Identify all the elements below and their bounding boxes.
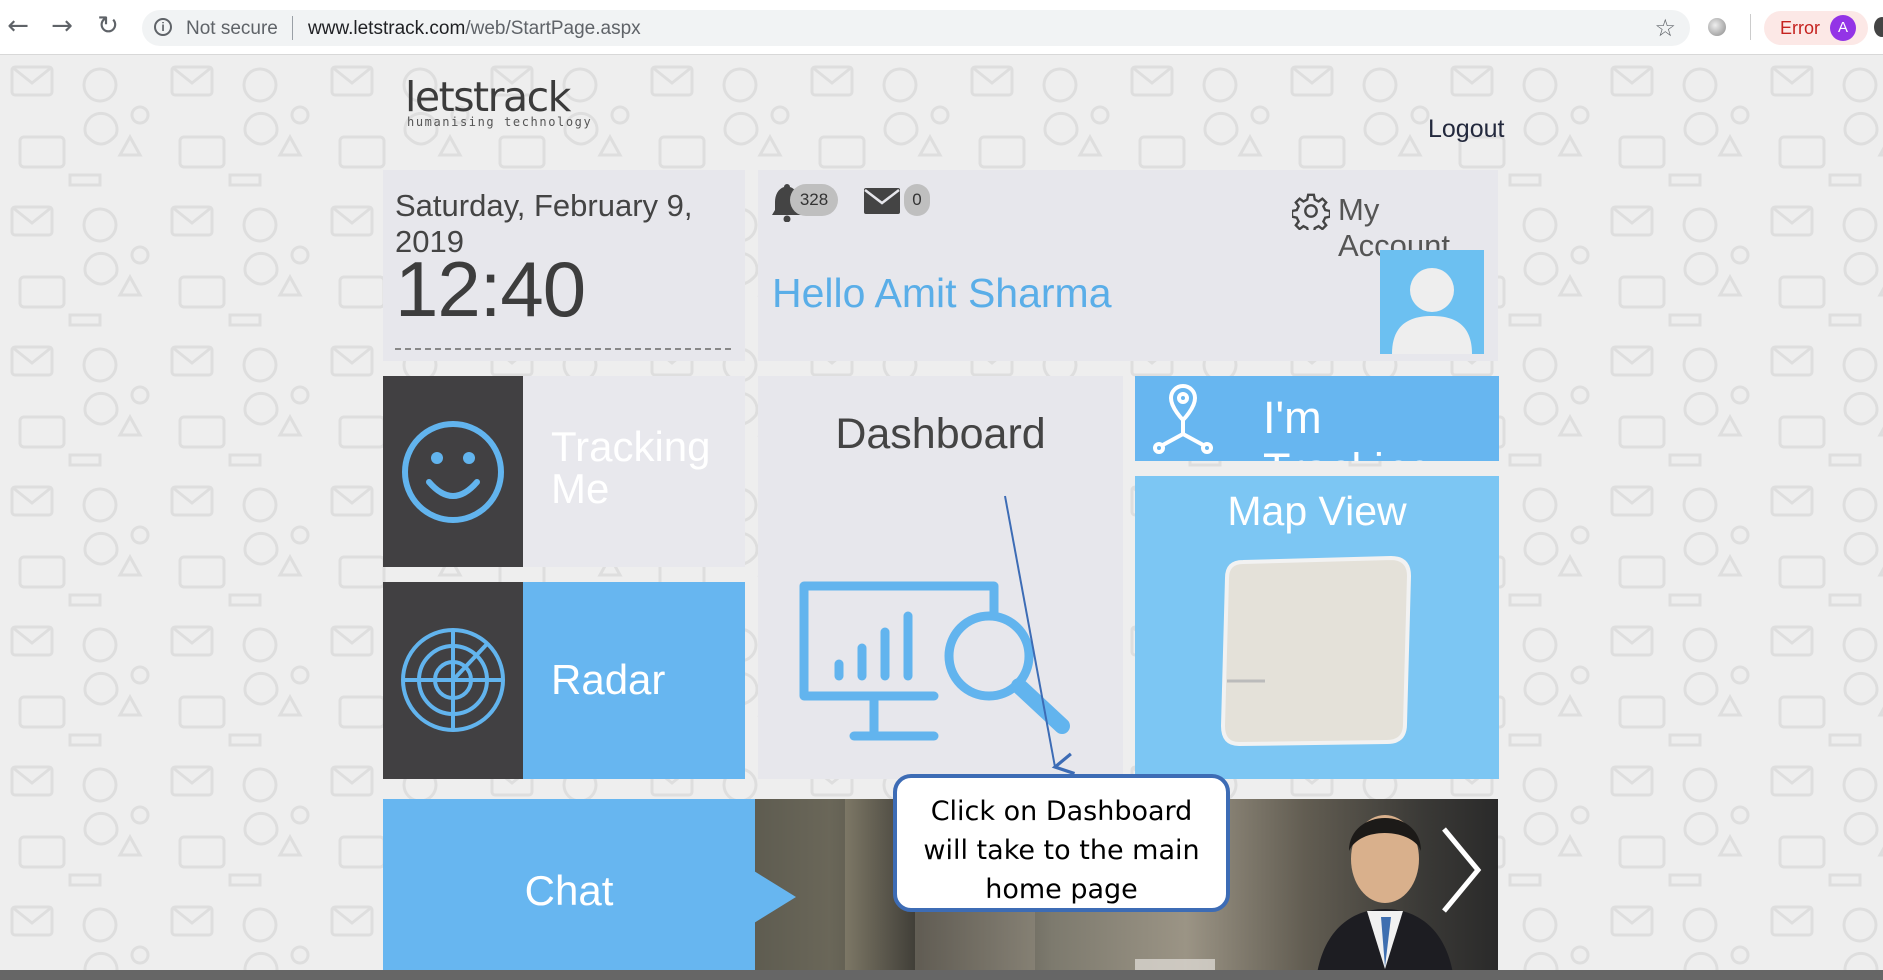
profile-tile: 328 0 My Account Hello Amit Sharma bbox=[758, 170, 1498, 361]
chat-tile[interactable]: Chat bbox=[383, 799, 755, 980]
annotation-callout: Click on Dashboard will take to the main… bbox=[893, 774, 1230, 912]
dashboard-label: Dashboard bbox=[835, 410, 1046, 458]
clock-divider bbox=[395, 348, 731, 350]
letstrack-logo[interactable]: letstrack humanising technology bbox=[405, 75, 592, 129]
logo-word: letstrack bbox=[405, 73, 571, 121]
user-avatar[interactable] bbox=[1380, 250, 1484, 354]
security-label: Not secure bbox=[186, 18, 278, 39]
map-placeholder-icon bbox=[1221, 556, 1411, 746]
mail-icon[interactable] bbox=[864, 188, 900, 214]
greeting-text: Hello Amit Sharma bbox=[772, 270, 1112, 316]
omnibox-divider bbox=[292, 16, 293, 40]
tracking-me-icon-panel bbox=[383, 376, 523, 567]
radar-icon-panel bbox=[383, 582, 523, 779]
url-path: /web/StartPage.aspx bbox=[465, 18, 641, 39]
url-text[interactable]: www.letstrack.com/web/StartPage.aspx bbox=[308, 18, 641, 40]
map-view-tile[interactable]: Map View bbox=[1135, 476, 1499, 779]
reload-icon[interactable]: ↻ bbox=[94, 12, 122, 40]
star-icon[interactable]: ☆ bbox=[1654, 14, 1676, 42]
message-count-badge[interactable]: 0 bbox=[904, 184, 930, 216]
extension-icon[interactable] bbox=[1708, 18, 1726, 36]
radar-tile[interactable]: Radar bbox=[383, 582, 745, 779]
logo-tagline: humanising technology bbox=[407, 115, 593, 129]
clock-tile: Saturday, February 9, 2019 12:40 bbox=[383, 170, 745, 361]
back-icon[interactable]: ← bbox=[4, 12, 32, 40]
profile-avatar-icon: A bbox=[1830, 15, 1856, 41]
notification-count-badge[interactable]: 328 bbox=[790, 184, 838, 216]
bottom-bar bbox=[0, 970, 1883, 980]
tracking-me-tile[interactable]: Tracking Me bbox=[383, 376, 745, 567]
map-view-label: Map View bbox=[1227, 488, 1407, 534]
annotation-text: Click on Dashboard will take to the main… bbox=[923, 796, 1200, 905]
analytics-monitor-icon bbox=[799, 581, 1070, 741]
im-tracking-tile[interactable]: I'm Tracking bbox=[1135, 376, 1499, 461]
dashboard-tile[interactable]: Dashboard bbox=[758, 376, 1123, 779]
start-page: letstrack humanising technology Logout S… bbox=[0, 55, 1883, 980]
radar-label: Radar bbox=[551, 656, 666, 703]
logout-link[interactable]: Logout bbox=[1428, 115, 1504, 144]
radar-icon bbox=[401, 628, 505, 732]
address-bar[interactable]: i Not secure www.letstrack.com/web/Start… bbox=[142, 10, 1690, 46]
info-icon[interactable]: i bbox=[154, 18, 172, 36]
im-tracking-label: I'm Tracking bbox=[1263, 392, 1434, 461]
url-host: www.letstrack.com bbox=[308, 18, 466, 39]
toolbar-divider bbox=[1750, 14, 1751, 40]
error-label: Error bbox=[1780, 18, 1820, 38]
chat-pointer-arrow bbox=[754, 871, 796, 923]
location-pin-icon bbox=[1153, 383, 1213, 454]
chevron-right-icon[interactable] bbox=[1436, 815, 1486, 925]
browser-menu-icon[interactable] bbox=[1874, 17, 1883, 37]
profile-error-button[interactable]: Error A bbox=[1764, 11, 1868, 45]
smiley-icon bbox=[402, 421, 504, 523]
browser-toolbar: ← → ↻ i Not secure www.letstrack.com/web… bbox=[0, 0, 1883, 55]
gear-icon[interactable] bbox=[1292, 192, 1330, 230]
current-time: 12:40 bbox=[395, 245, 586, 333]
user-silhouette-icon bbox=[1392, 268, 1472, 354]
chat-label: Chat bbox=[524, 867, 614, 914]
tracking-me-label: Tracking Me bbox=[551, 423, 711, 512]
forward-icon[interactable]: → bbox=[48, 12, 76, 40]
